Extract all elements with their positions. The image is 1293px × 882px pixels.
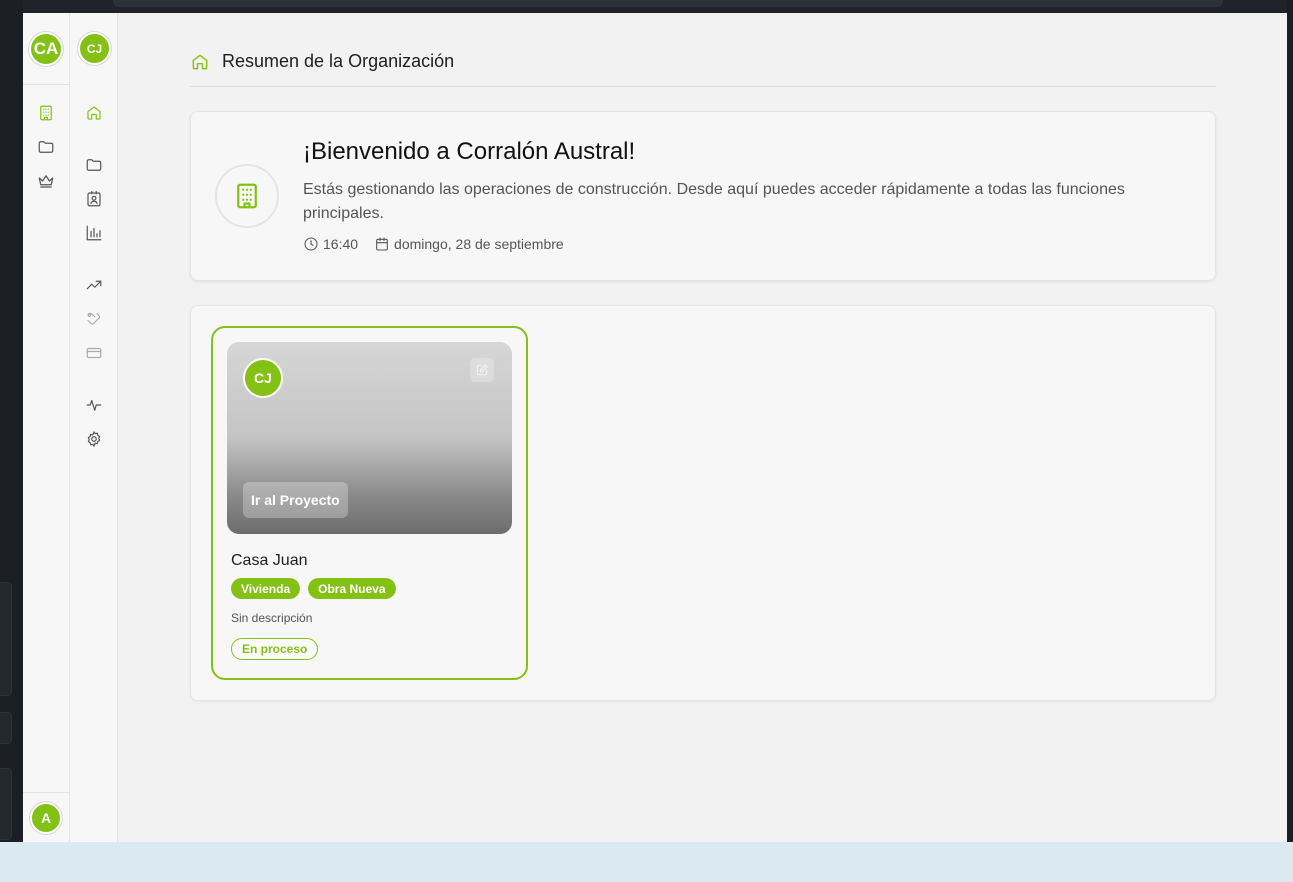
- background-window-edge-right: [1287, 0, 1293, 842]
- home-icon[interactable]: [85, 104, 103, 122]
- go-to-project-button[interactable]: Ir al Proyecto: [243, 482, 348, 518]
- project-description: Sin descripción: [231, 611, 313, 625]
- handshake-icon[interactable]: [85, 310, 103, 328]
- calendar-icon: [376, 237, 388, 251]
- home-icon: [190, 52, 210, 72]
- divider: [23, 792, 70, 793]
- crown-icon[interactable]: [37, 172, 55, 190]
- divider: [23, 84, 70, 85]
- app-window: CA A CJ Resumen de la Organización ¡Bien…: [23, 13, 1287, 842]
- contact-icon[interactable]: [85, 190, 103, 208]
- project-card[interactable]: CJ Ir al Proyecto Casa Juan Vivienda Obr…: [211, 326, 528, 680]
- tag-badge: Vivienda: [231, 578, 301, 599]
- project-name: Casa Juan: [231, 552, 308, 569]
- background-window-edge: [0, 0, 23, 842]
- edit-icon[interactable]: [470, 358, 494, 382]
- building-icon: [215, 164, 279, 228]
- folder-icon[interactable]: [37, 138, 55, 156]
- main-content: Resumen de la Organización ¡Bienvenido a…: [118, 13, 1287, 842]
- date-display: domingo, 28 de septiembre: [374, 236, 564, 252]
- gear-icon[interactable]: [85, 430, 103, 448]
- background-panel: [0, 582, 12, 696]
- credit-card-icon[interactable]: [85, 344, 103, 362]
- clock-icon: [304, 237, 318, 251]
- tag-badge: Obra Nueva: [308, 578, 396, 599]
- welcome-meta: 16:40 domingo, 28 de septiembre: [303, 236, 580, 252]
- page-title: Resumen de la Organización: [222, 51, 455, 71]
- welcome-description: Estás gestionando las operaciones de con…: [303, 181, 1125, 222]
- building-icon[interactable]: [37, 104, 55, 122]
- background-panel: [0, 712, 12, 744]
- project-rail: CJ: [70, 13, 118, 842]
- trending-up-icon[interactable]: [85, 276, 103, 294]
- folder-icon[interactable]: [85, 156, 103, 174]
- current-date: domingo, 28 de septiembre: [394, 236, 564, 252]
- current-time: 16:40: [323, 236, 359, 252]
- project-cover[interactable]: CJ Ir al Proyecto: [227, 342, 512, 534]
- browser-toolbar: [23, 0, 1287, 13]
- organization-avatar[interactable]: CA: [29, 32, 63, 66]
- organization-rail: CA A: [23, 13, 70, 842]
- page-header: Resumen de la Organización: [190, 49, 1216, 87]
- welcome-card: ¡Bienvenido a Corralón Austral! Estás ge…: [190, 111, 1216, 281]
- user-avatar[interactable]: A: [30, 802, 62, 834]
- time-display: 16:40: [303, 236, 358, 252]
- welcome-title: ¡Bienvenido a Corralón Austral!: [303, 138, 636, 165]
- project-avatar[interactable]: CJ: [78, 32, 111, 65]
- status-badge: En proceso: [231, 638, 319, 660]
- address-bar[interactable]: [113, 0, 1223, 7]
- background-panel: [0, 768, 12, 840]
- activity-icon[interactable]: [85, 396, 103, 414]
- projects-panel: CJ Ir al Proyecto Casa Juan Vivienda Obr…: [190, 305, 1216, 701]
- desktop-background: [0, 842, 1293, 882]
- bar-chart-icon[interactable]: [85, 224, 103, 242]
- project-tags: Vivienda Obra Nueva: [231, 578, 404, 599]
- project-card-avatar: CJ: [243, 358, 283, 398]
